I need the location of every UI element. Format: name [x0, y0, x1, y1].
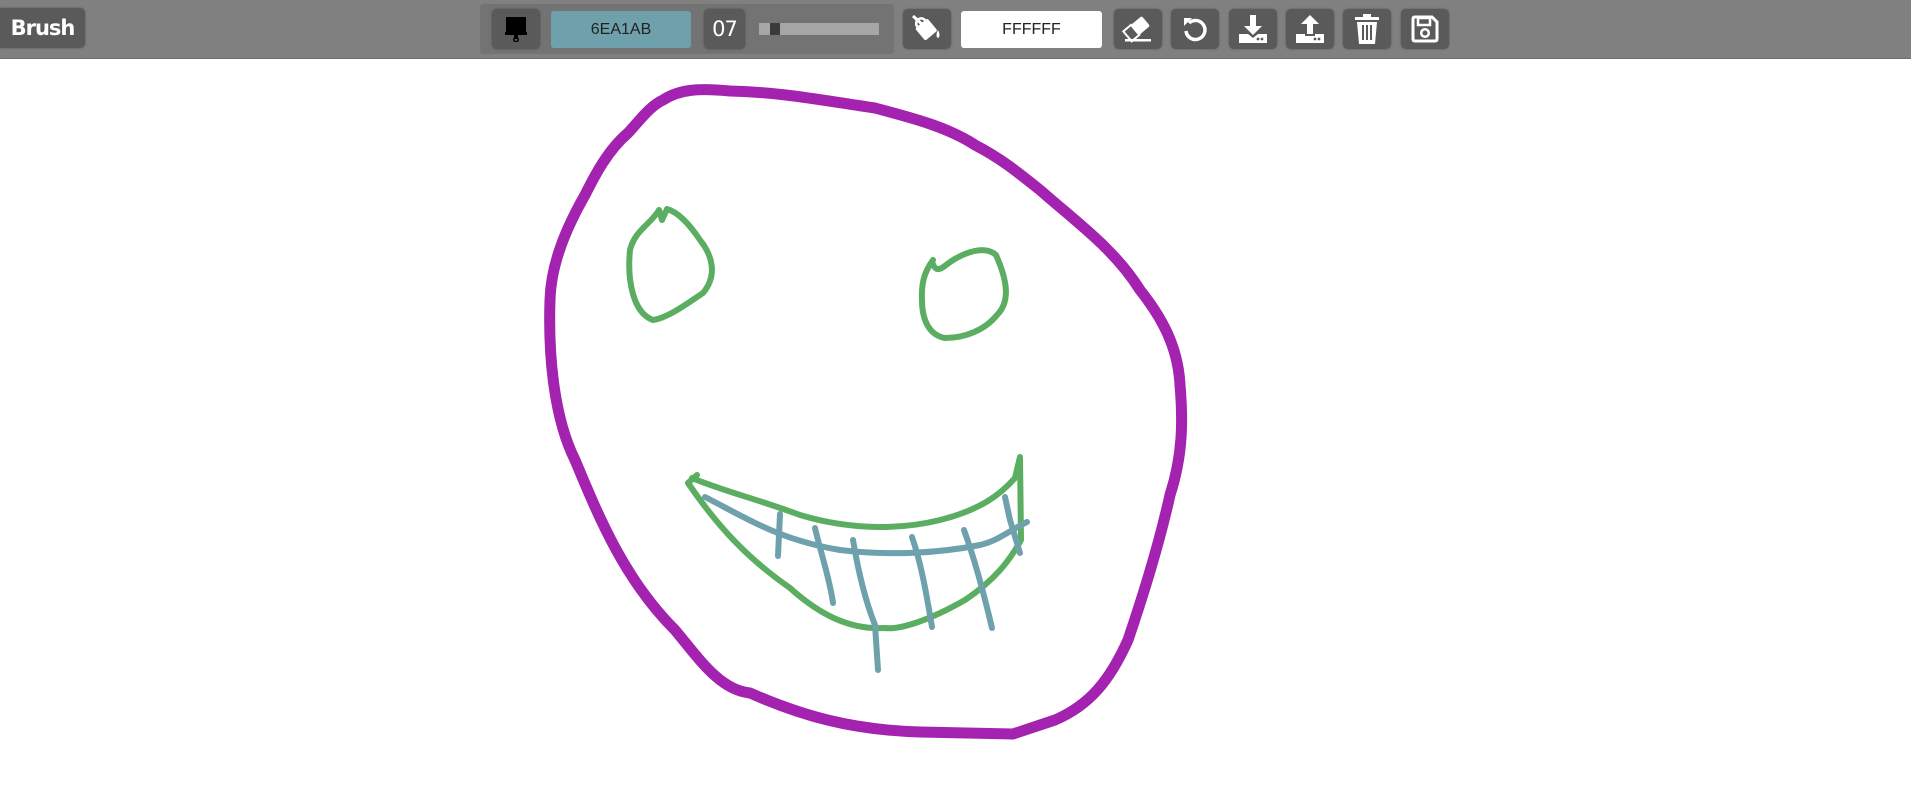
background-color-input[interactable] [961, 11, 1102, 48]
right-eye-stroke [918, 247, 1009, 341]
download-button[interactable] [1229, 9, 1277, 49]
slider-thumb[interactable] [770, 23, 780, 35]
fill-tool-button[interactable] [903, 9, 951, 49]
brush-size-value: 07 [704, 9, 745, 49]
trash-icon [1355, 14, 1379, 44]
brush-size-slider[interactable] [759, 23, 879, 35]
undo-icon [1184, 18, 1207, 42]
toolbar: Brush 07 [0, 0, 1911, 59]
left-eye-stroke [626, 206, 715, 323]
save-button[interactable] [1401, 9, 1449, 49]
paint-brush-icon [505, 17, 527, 42]
undo-button[interactable] [1171, 9, 1219, 49]
upload-button[interactable] [1286, 9, 1334, 49]
download-icon [1239, 15, 1267, 43]
fill-bucket-icon [911, 14, 940, 40]
brush-tool-button[interactable] [492, 9, 540, 49]
brush-color-input[interactable] [551, 11, 691, 48]
drawing-canvas[interactable] [0, 59, 1911, 795]
clear-canvas-button[interactable] [1343, 9, 1391, 49]
save-icon [1411, 15, 1439, 43]
eraser-button[interactable] [1114, 9, 1162, 49]
mode-label: Brush [0, 8, 85, 48]
drawing [544, 84, 1188, 740]
eraser-icon [1121, 16, 1151, 43]
teeth-strokes [702, 494, 1030, 673]
face-outline-stroke [544, 84, 1188, 740]
upload-icon [1296, 15, 1324, 43]
